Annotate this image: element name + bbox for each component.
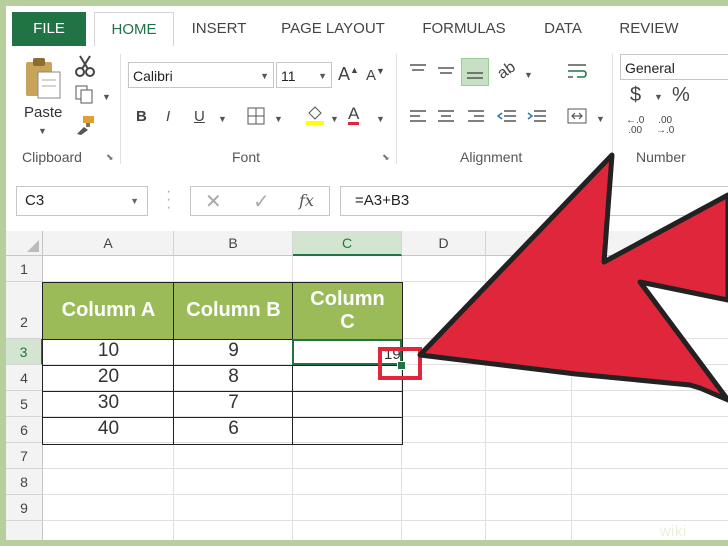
- red-arrow-icon: [417, 152, 728, 403]
- excel-window: FILE HOME INSERT PAGE LAYOUT FORMULAS DA…: [0, 0, 728, 546]
- watermark-part2: How: [686, 523, 720, 540]
- watermark-part1: wiki: [659, 523, 687, 540]
- wikihow-watermark: wikiHow: [660, 523, 720, 540]
